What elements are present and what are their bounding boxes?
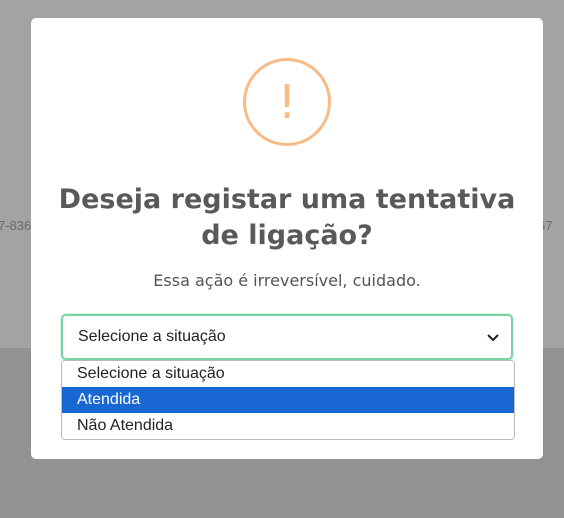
confirm-dialog: ! Deseja registar uma tentativa de ligaç… [31,18,543,459]
option-atendida[interactable]: Atendida [62,387,514,413]
option-selecione[interactable]: Selecione a situação [62,361,514,387]
dialog-title: Deseja registar uma tentativa de ligação… [58,184,516,251]
situation-dropdown-list: Selecione a situação Atendida Não Atendi… [61,360,515,440]
chevron-down-icon [487,316,499,358]
situation-select-value: Selecione a situação [78,328,226,345]
background-text-left: 7-836 [0,218,32,233]
exclamation-icon: ! [277,75,297,129]
warning-icon-circle: ! [243,58,331,146]
option-nao-atendida[interactable]: Não Atendida [62,413,514,439]
situation-select[interactable]: Selecione a situação [61,314,513,360]
dialog-subtitle: Essa ação é irreversível, cuidado. [153,271,421,290]
